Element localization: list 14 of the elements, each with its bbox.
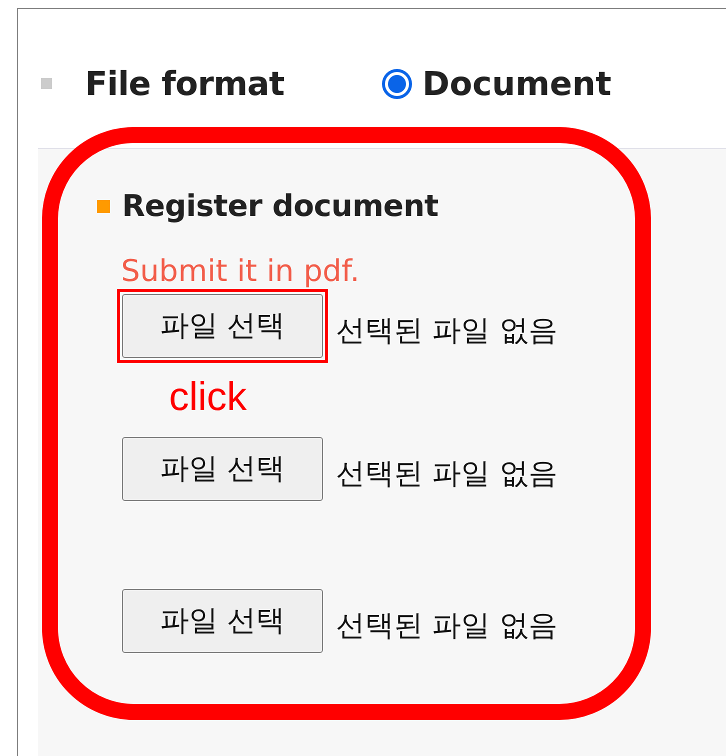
file-status: 선택된 파일 없음 (336, 455, 558, 492)
radio-label[interactable]: Document (422, 64, 612, 103)
file-status: 선택된 파일 없음 (336, 607, 558, 644)
file-status: 선택된 파일 없음 (336, 312, 558, 349)
choose-file-button[interactable]: 파일 선택 (122, 294, 323, 358)
hint-text: Submit it in pdf. (121, 254, 360, 289)
section-title: Register document (122, 189, 438, 224)
choose-file-button[interactable]: 파일 선택 (122, 589, 323, 653)
bullet-icon (41, 78, 52, 89)
field-label: File format (85, 64, 284, 103)
choose-file-button[interactable]: 파일 선택 (122, 437, 323, 501)
bullet-icon (97, 200, 110, 213)
radio-button[interactable] (382, 68, 412, 98)
callout-text: click (169, 375, 247, 420)
